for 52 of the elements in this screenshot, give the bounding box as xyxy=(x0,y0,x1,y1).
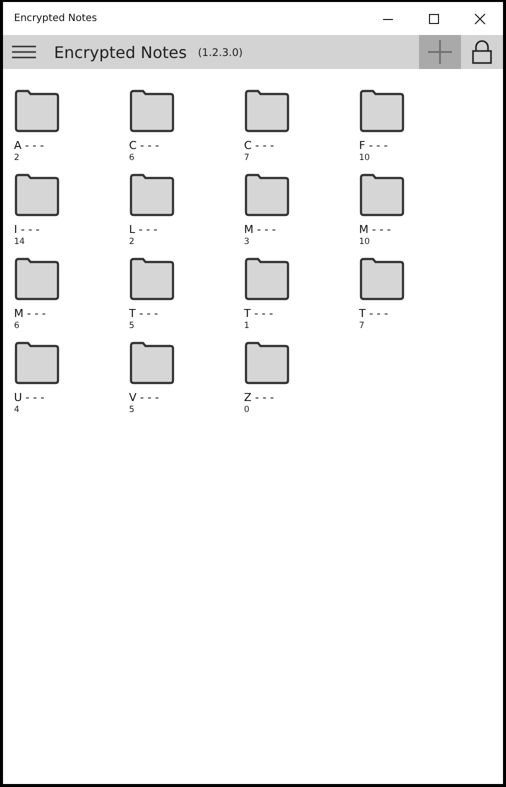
note-count: 7 xyxy=(359,321,364,332)
folder-icon[interactable] xyxy=(14,257,60,301)
folder-icon[interactable] xyxy=(244,341,290,385)
folder-icon[interactable] xyxy=(129,89,175,133)
note-count: 6 xyxy=(14,321,20,332)
folder-icon[interactable] xyxy=(359,89,405,133)
folder-name: M - - - xyxy=(359,223,391,236)
menu-icon[interactable] xyxy=(12,45,36,59)
folder-icon[interactable] xyxy=(129,173,175,217)
note-count: 3 xyxy=(244,237,250,248)
folder-icon[interactable] xyxy=(244,257,290,301)
app-title: Encrypted Notes xyxy=(54,42,187,62)
close-icon[interactable] xyxy=(474,12,486,24)
note-count: 5 xyxy=(129,321,134,332)
folder-icon[interactable] xyxy=(14,173,60,217)
folder-icon[interactable] xyxy=(244,89,290,133)
folder-name: V - - - xyxy=(129,391,159,404)
note-count: 7 xyxy=(244,153,250,164)
version-label: (1.2.3.0) xyxy=(198,47,243,59)
folder-icon[interactable] xyxy=(14,89,60,133)
note-count: 14 xyxy=(14,237,25,248)
window-title: Encrypted Notes xyxy=(14,13,98,24)
folder-name: T - - - xyxy=(244,307,274,320)
note-count: 2 xyxy=(14,153,20,164)
folder-icon[interactable] xyxy=(359,173,405,217)
folder-name: M - - - xyxy=(14,307,46,320)
folder-name: U - - - xyxy=(14,391,44,404)
note-count: 10 xyxy=(359,237,370,248)
folder-name: L - - - xyxy=(129,223,158,236)
note-count: 1 xyxy=(244,321,250,332)
folder-name: T - - - xyxy=(129,307,158,320)
folder-name: Z - - - xyxy=(244,391,274,404)
folder-name: T - - - xyxy=(359,307,388,320)
folder-icon[interactable] xyxy=(129,257,175,301)
folder-name: A - - - xyxy=(14,139,44,152)
note-count: 6 xyxy=(129,153,134,164)
folder-name: M - - - xyxy=(244,223,276,236)
folder-icon[interactable] xyxy=(129,341,175,385)
folder-icon[interactable] xyxy=(359,257,405,301)
lock-icon[interactable] xyxy=(472,40,492,64)
folder-icon[interactable] xyxy=(14,341,60,385)
note-count: 2 xyxy=(129,237,134,248)
note-count: 10 xyxy=(359,153,370,164)
folder-icon[interactable] xyxy=(244,173,290,217)
folder-name: C - - - xyxy=(244,139,274,152)
note-count: 5 xyxy=(129,405,134,416)
folder-name: F - - - xyxy=(359,139,388,152)
note-count: 0 xyxy=(244,405,250,416)
maximize-icon[interactable] xyxy=(428,12,440,24)
note-count: 4 xyxy=(14,405,20,416)
folder-name: I - - - xyxy=(14,223,40,236)
folder-name: C - - - xyxy=(129,139,160,152)
